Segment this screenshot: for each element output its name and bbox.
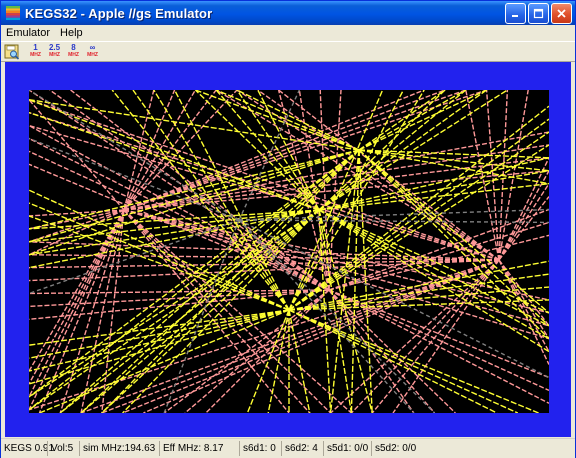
status-s6d1: s6d1: 0 [239, 441, 281, 456]
menu-help[interactable]: Help [55, 27, 88, 39]
minimize-button[interactable] [505, 3, 526, 24]
speed-unlimited-button[interactable]: ∞ MHZ [83, 43, 102, 61]
disk-select-icon[interactable] [4, 44, 20, 60]
speed-1mhz-value: 1 [33, 43, 38, 52]
speed-unlimited-value: ∞ [89, 43, 96, 52]
speed-2-5mhz-value: 2.5 [48, 43, 61, 52]
line-art-graphics [28, 89, 550, 414]
speed-2-5mhz-unit: MHZ [49, 52, 60, 58]
status-bar: KEGS 0.91 Vol:5 sim MHz:194.63 Eff MHz: … [1, 438, 575, 458]
emulator-screen[interactable] [28, 89, 550, 414]
speed-8mhz-button[interactable]: 8 MHZ [64, 43, 83, 61]
speed-8mhz-unit: MHZ [68, 52, 79, 58]
status-s6d2: s6d2: 4 [281, 441, 323, 456]
status-volume: Vol:5 [47, 441, 79, 456]
speed-unlimited-unit: MHZ [87, 52, 98, 58]
window-title: KEGS32 - Apple //gs Emulator [25, 5, 213, 21]
maximize-button[interactable] [528, 3, 549, 24]
caption-buttons [505, 3, 572, 24]
speed-1mhz-button[interactable]: 1 MHZ [26, 43, 45, 61]
speed-1mhz-unit: MHZ [30, 52, 41, 58]
emulator-border [5, 62, 571, 437]
close-button[interactable] [551, 3, 572, 24]
status-s5d1: s5d1: 0/0 [323, 441, 371, 456]
minimize-icon [512, 15, 518, 17]
speed-8mhz-value: 8 [71, 43, 76, 52]
menu-emulator[interactable]: Emulator [1, 27, 55, 39]
status-eff-mhz: Eff MHz: 8.17 [159, 441, 239, 456]
status-version: KEGS 0.91 [4, 443, 55, 454]
apple-app-icon[interactable] [5, 5, 21, 21]
status-sim-mhz: sim MHz:194.63 [79, 441, 159, 456]
emulator-window: KEGS32 - Apple //gs Emulator Emulator He… [0, 0, 576, 458]
toolbar: 1 MHZ 2.5 MHZ 8 MHZ ∞ MHZ [1, 41, 575, 62]
status-s5d2: s5d2: 0/0 [371, 441, 431, 456]
menu-bar: Emulator Help [1, 25, 575, 41]
speed-2-5mhz-button[interactable]: 2.5 MHZ [45, 43, 64, 61]
title-bar[interactable]: KEGS32 - Apple //gs Emulator [1, 1, 575, 25]
maximize-icon [533, 8, 544, 19]
close-icon [557, 9, 566, 18]
